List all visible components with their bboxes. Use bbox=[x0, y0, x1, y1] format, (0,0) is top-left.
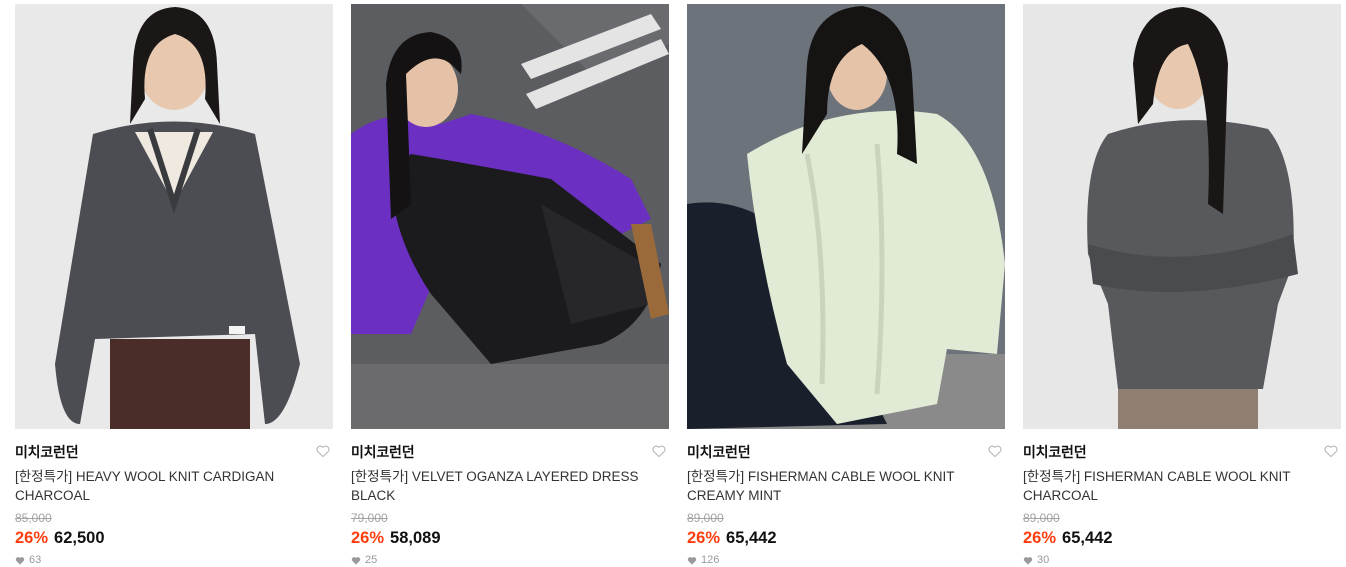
product-image[interactable] bbox=[351, 4, 669, 429]
product-name[interactable]: [한정특가] FISHERMAN CABLE WOOL KNIT CHARCOA… bbox=[1023, 467, 1323, 505]
brand-name[interactable]: 미치코런던 bbox=[15, 443, 333, 461]
product-image[interactable] bbox=[1023, 4, 1341, 429]
discount-rate: 26% bbox=[687, 529, 721, 547]
product-name[interactable]: [한정특가] HEAVY WOOL KNIT CARDIGAN CHARCOAL bbox=[15, 467, 315, 505]
original-price: 85,000 bbox=[15, 511, 52, 525]
product-photo-cable-knit-charcoal bbox=[1023, 4, 1341, 429]
likes-count: 126 bbox=[701, 554, 720, 566]
likes-count-row: 63 bbox=[15, 554, 333, 566]
product-card: 미치코런던 [한정특가] HEAVY WOOL KNIT CARDIGAN CH… bbox=[15, 4, 333, 566]
sale-price: 58,089 bbox=[390, 529, 441, 547]
heart-filled-icon bbox=[15, 556, 25, 565]
product-photo-velvet-dress bbox=[351, 4, 669, 429]
discount-rate: 26% bbox=[1023, 529, 1057, 547]
likes-count: 25 bbox=[365, 554, 378, 566]
likes-count-row: 30 bbox=[1023, 554, 1341, 566]
product-card: 미치코런던 [한정특가] FISHERMAN CABLE WOOL KNIT C… bbox=[1023, 4, 1341, 566]
likes-count: 30 bbox=[1037, 554, 1050, 566]
heart-filled-icon bbox=[687, 556, 697, 565]
brand-name[interactable]: 미치코런던 bbox=[687, 443, 1005, 461]
heart-outline-icon[interactable] bbox=[1323, 443, 1339, 459]
product-image[interactable] bbox=[687, 4, 1005, 429]
heart-outline-icon[interactable] bbox=[987, 443, 1003, 459]
product-card: 미치코런던 [한정특가] VELVET OGANZA LAYERED DRESS… bbox=[351, 4, 669, 566]
price-row: 26% 58,089 bbox=[351, 528, 669, 548]
heart-outline-icon[interactable] bbox=[651, 443, 667, 459]
sale-price: 62,500 bbox=[54, 529, 105, 547]
sale-price: 65,442 bbox=[1062, 529, 1113, 547]
product-photo-cable-knit-mint bbox=[687, 4, 1005, 429]
brand-name[interactable]: 미치코런던 bbox=[351, 443, 669, 461]
original-price: 89,000 bbox=[1023, 511, 1060, 525]
heart-filled-icon bbox=[1023, 556, 1033, 565]
product-card: 미치코런던 [한정특가] FISHERMAN CABLE WOOL KNIT C… bbox=[687, 4, 1005, 566]
brand-name[interactable]: 미치코런던 bbox=[1023, 443, 1341, 461]
likes-count: 63 bbox=[29, 554, 42, 566]
original-price: 79,000 bbox=[351, 511, 388, 525]
discount-rate: 26% bbox=[351, 529, 385, 547]
product-grid: 미치코런던 [한정특가] HEAVY WOOL KNIT CARDIGAN CH… bbox=[0, 0, 1346, 567]
product-image[interactable] bbox=[15, 4, 333, 429]
likes-count-row: 25 bbox=[351, 554, 669, 566]
price-row: 26% 62,500 bbox=[15, 528, 333, 548]
discount-rate: 26% bbox=[15, 529, 49, 547]
price-row: 26% 65,442 bbox=[1023, 528, 1341, 548]
price-row: 26% 65,442 bbox=[687, 528, 1005, 548]
heart-outline-icon[interactable] bbox=[315, 443, 331, 459]
likes-count-row: 126 bbox=[687, 554, 1005, 566]
original-price: 89,000 bbox=[687, 511, 724, 525]
sale-price: 65,442 bbox=[726, 529, 777, 547]
product-name[interactable]: [한정특가] VELVET OGANZA LAYERED DRESS BLACK bbox=[351, 467, 651, 505]
product-name[interactable]: [한정특가] FISHERMAN CABLE WOOL KNIT CREAMY … bbox=[687, 467, 987, 505]
product-photo-cardigan bbox=[15, 4, 333, 429]
heart-filled-icon bbox=[351, 556, 361, 565]
